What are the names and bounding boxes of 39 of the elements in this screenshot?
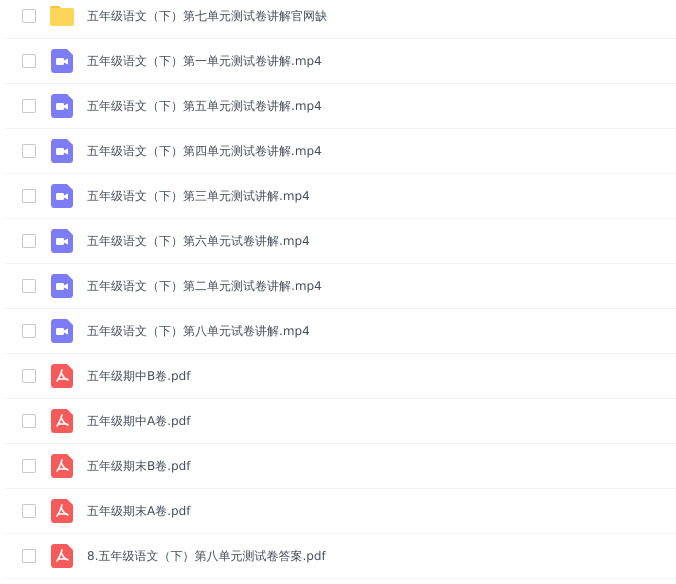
file-name[interactable]: 五年级语文（下）第一单元测试卷讲解.mp4 bbox=[87, 52, 322, 70]
file-name[interactable]: 五年级语文（下）第四单元测试卷讲解.mp4 bbox=[87, 142, 322, 160]
checkbox[interactable] bbox=[22, 99, 36, 113]
checkbox[interactable] bbox=[22, 9, 36, 23]
file-name[interactable]: 五年级语文（下）第五单元测试卷讲解.mp4 bbox=[87, 98, 322, 114]
video-file-icon bbox=[51, 184, 73, 208]
file-name[interactable]: 五年级期中B卷.pdf bbox=[87, 368, 191, 384]
file-name[interactable]: 五年级语文（下）第八单元试卷讲解.mp4 bbox=[87, 322, 310, 340]
checkbox[interactable] bbox=[22, 279, 36, 293]
pdf-file-icon bbox=[51, 454, 73, 478]
file-name[interactable]: 五年级期末B卷.pdf bbox=[87, 458, 191, 474]
checkbox[interactable] bbox=[22, 459, 36, 473]
checkbox[interactable] bbox=[22, 549, 36, 563]
checkbox[interactable] bbox=[22, 414, 36, 428]
pdf-file-icon bbox=[51, 364, 73, 388]
pdf-file-icon bbox=[51, 409, 73, 433]
checkbox[interactable] bbox=[22, 369, 36, 383]
pdf-file-icon bbox=[51, 544, 73, 568]
video-file-icon bbox=[51, 274, 73, 298]
checkbox[interactable] bbox=[22, 54, 36, 68]
video-file-icon bbox=[51, 94, 73, 118]
file-name[interactable]: 五年级语文（下）第七单元测试卷讲解官网缺 bbox=[87, 8, 327, 24]
checkbox[interactable] bbox=[22, 504, 36, 518]
file-name[interactable]: 五年级期中A卷.pdf bbox=[87, 412, 190, 430]
checkbox[interactable] bbox=[22, 234, 36, 248]
file-name[interactable]: 8.五年级语文（下）第八单元测试卷答案.pdf bbox=[87, 548, 326, 564]
checkbox[interactable] bbox=[22, 189, 36, 203]
file-name[interactable]: 五年级语文（下）第六单元试卷讲解.mp4 bbox=[87, 232, 310, 250]
checkbox[interactable] bbox=[22, 324, 36, 338]
file-name[interactable]: 五年级语文（下）第三单元测试讲解.mp4 bbox=[87, 188, 310, 204]
file-name[interactable]: 五年级期末A卷.pdf bbox=[87, 502, 190, 520]
pdf-file-icon bbox=[51, 499, 73, 523]
file-name[interactable]: 五年级语文（下）第二单元测试卷讲解.mp4 bbox=[87, 278, 322, 294]
checkbox[interactable] bbox=[22, 144, 36, 158]
video-file-icon bbox=[51, 229, 73, 253]
video-file-icon bbox=[51, 49, 73, 73]
video-file-icon bbox=[51, 139, 73, 163]
folder-icon bbox=[49, 5, 75, 27]
video-file-icon bbox=[51, 319, 73, 343]
